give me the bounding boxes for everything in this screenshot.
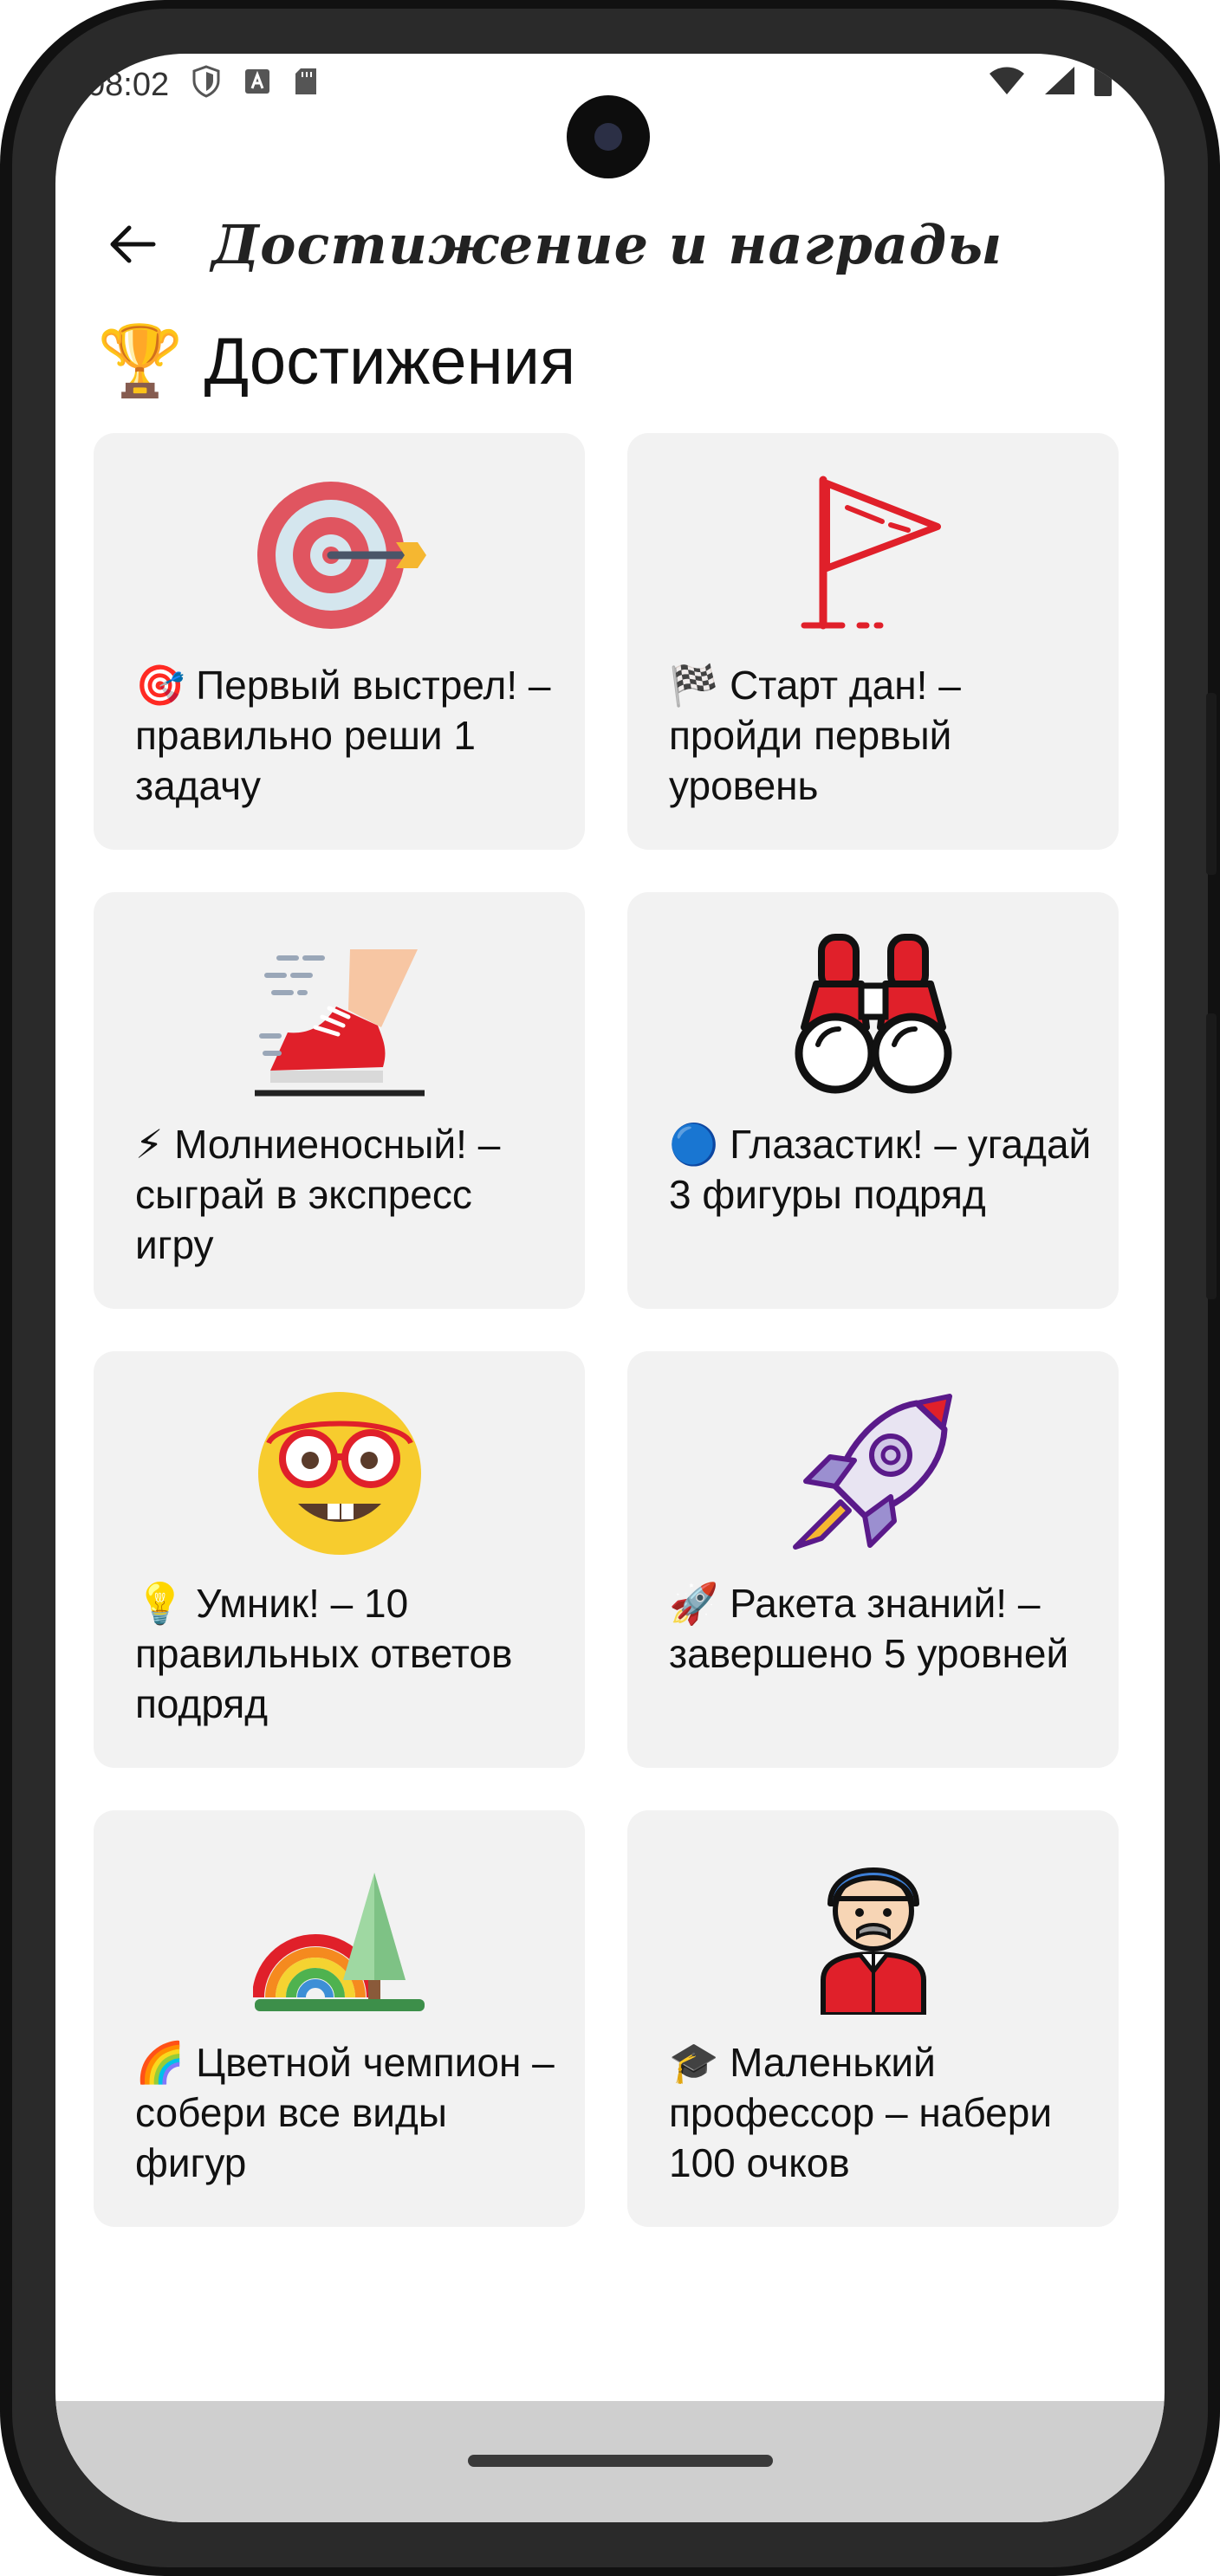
target-emoji: 🎯 xyxy=(135,663,185,708)
section-header: 🏆 Достижения xyxy=(97,305,575,417)
achievement-card-professor[interactable]: 🎓 Маленький профессор – набери 100 очков xyxy=(627,1810,1119,2227)
rocket-icon xyxy=(787,1391,960,1556)
achievement-label: Ракета знаний! – завершено 5 уровней xyxy=(669,1581,1069,1676)
light-bulb-emoji: 💡 xyxy=(135,1581,185,1626)
achievement-text: 🌈 Цветной чемпион – собери все виды фигу… xyxy=(135,2037,559,2188)
achievement-label: Умник! – 10 правильных ответов подряд xyxy=(135,1581,513,1726)
achievement-text: 🚀 Ракета знаний! – завершено 5 уровней xyxy=(669,1578,1093,1679)
wifi-icon xyxy=(988,65,1026,105)
page-title: Достижение и награды xyxy=(211,212,1003,276)
flag-icon xyxy=(787,473,960,638)
lightning-emoji: ⚡ xyxy=(135,1122,164,1167)
achievement-label: Первый выстрел! – правильно реши 1 задач… xyxy=(135,663,551,808)
screen: 08:02 Достижение и награды 🏆 Достижения … xyxy=(55,54,1165,2522)
blue-circle-emoji: 🔵 xyxy=(669,1122,719,1167)
achievement-card-rocket[interactable]: 🚀 Ракета знаний! – завершено 5 уровней xyxy=(627,1351,1119,1768)
chequered-flag-emoji: 🏁 xyxy=(669,663,719,708)
achievement-card-start[interactable]: 🏁 Старт дан! – пройди первый уровень xyxy=(627,433,1119,850)
app-bar: Достижение и награды xyxy=(55,184,1165,305)
binoculars-icon xyxy=(787,932,960,1097)
achievement-label: Цветной чемпион – собери все виды фигур xyxy=(135,2040,555,2185)
achievement-text: 💡 Умник! – 10 правильных ответов подряд xyxy=(135,1578,559,1729)
achievement-text: 🎓 Маленький профессор – набери 100 очков xyxy=(669,2037,1093,2188)
power-button xyxy=(1206,1013,1217,1299)
achievement-text: 🔵 Глазастик! – угадай 3 фигуры подряд xyxy=(669,1119,1093,1220)
nerd-face-icon xyxy=(253,1391,426,1556)
back-button[interactable] xyxy=(94,205,172,283)
achievement-label: Глазастик! – угадай 3 фигуры подряд xyxy=(669,1122,1092,1217)
shield-icon xyxy=(191,64,221,106)
professor-icon xyxy=(787,1850,960,2017)
achievements-grid: 🎯 Первый выстрел! – правильно реши 1 зад… xyxy=(94,433,1125,2227)
sd-card-icon xyxy=(294,67,318,104)
battery-icon xyxy=(1093,64,1113,106)
rainbow-tree-icon xyxy=(251,1850,426,2015)
section-title: Достижения xyxy=(204,324,576,398)
home-indicator[interactable] xyxy=(468,2455,773,2467)
arrow-left-icon xyxy=(110,225,156,263)
achievement-text: ⚡ Молниеносный! – сыграй в экспресс игру xyxy=(135,1119,559,1270)
front-camera xyxy=(567,95,650,178)
achievement-text: 🎯 Первый выстрел! – правильно реши 1 зад… xyxy=(135,660,559,811)
navigation-bar xyxy=(55,2401,1165,2522)
achievement-card-first-shot[interactable]: 🎯 Первый выстрел! – правильно реши 1 зад… xyxy=(94,433,585,850)
graduation-cap-emoji: 🎓 xyxy=(669,2040,719,2085)
a-square-icon xyxy=(243,68,271,103)
achievement-label: Молниеносный! – сыграй в экспресс игру xyxy=(135,1122,501,1267)
achievement-card-sharp-eye[interactable]: 🔵 Глазастик! – угадай 3 фигуры подряд xyxy=(627,892,1119,1309)
signal-icon xyxy=(1043,65,1076,105)
achievement-card-color-champion[interactable]: 🌈 Цветной чемпион – собери все виды фигу… xyxy=(94,1810,585,2227)
trophy-icon: 🏆 xyxy=(97,322,184,399)
achievement-card-lightning[interactable]: ⚡ Молниеносный! – сыграй в экспресс игру xyxy=(94,892,585,1309)
status-time: 08:02 xyxy=(87,66,170,103)
achievement-label: Маленький профессор – набери 100 очков xyxy=(669,2040,1053,2185)
rainbow-emoji: 🌈 xyxy=(135,2040,185,2085)
target-icon xyxy=(253,473,426,638)
achievement-text: 🏁 Старт дан! – пройди первый уровень xyxy=(669,660,1093,811)
volume-button xyxy=(1206,693,1217,875)
running-shoe-icon xyxy=(253,932,426,1097)
rocket-emoji: 🚀 xyxy=(669,1581,719,1626)
achievement-card-smart[interactable]: 💡 Умник! – 10 правильных ответов подряд xyxy=(94,1351,585,1768)
